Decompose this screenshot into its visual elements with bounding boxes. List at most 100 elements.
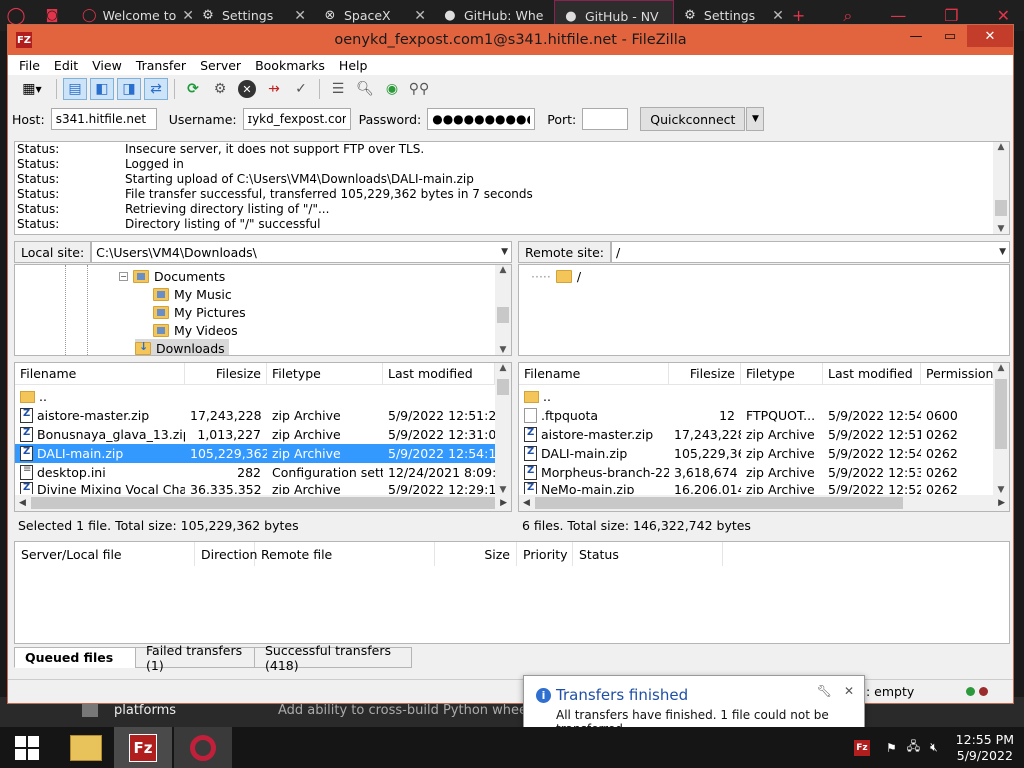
col-filename[interactable]: Filename [519, 363, 669, 384]
taskbar-filezilla[interactable]: Fz [114, 727, 172, 768]
remote-list-scroll-thumb[interactable] [995, 379, 1007, 449]
maximize-button[interactable]: ▭ [933, 25, 967, 47]
password-input[interactable] [427, 108, 536, 130]
menu-file[interactable]: File [12, 58, 47, 73]
close-icon[interactable]: ✕ [772, 8, 784, 24]
taskbar-file-explorer[interactable] [58, 727, 114, 768]
scroll-up-icon[interactable]: ▲ [998, 142, 1005, 152]
local-list-hscroll-thumb[interactable] [31, 497, 495, 509]
col-filetype[interactable]: Filetype [741, 363, 823, 384]
close-icon[interactable]: ✕ [414, 8, 426, 24]
system-clock[interactable]: 12:55 PM 5/9/2022 [956, 732, 1014, 764]
remote-file-list[interactable]: Filename Filesize Filetype Last modified… [518, 362, 1010, 512]
minimize-icon[interactable]: — [890, 6, 906, 26]
search-icon[interactable]: ⌕ [843, 6, 852, 26]
host-input[interactable] [50, 108, 157, 130]
search-remote-icon[interactable]: ⚲⚲ [407, 78, 431, 100]
username-input[interactable] [242, 108, 351, 130]
cancel-operation-icon[interactable]: ✕ [235, 78, 259, 100]
toggle-queue-icon[interactable]: ⇄ [144, 78, 168, 100]
menu-server[interactable]: Server [193, 58, 248, 73]
chevron-down-icon[interactable]: ▼ [501, 247, 511, 257]
scroll-down-icon[interactable]: ▼ [500, 345, 507, 355]
table-row[interactable]: aistore-master.zip17,243,228zip Archive5… [15, 406, 495, 425]
tree-item-downloads[interactable]: Downloads [135, 339, 229, 355]
table-row[interactable]: .ftpquota12FTPQUOT...5/9/2022 12:54:...0… [519, 406, 983, 425]
close-icon[interactable]: ✕ [182, 8, 192, 24]
scroll-down-icon[interactable]: ▼ [998, 485, 1005, 495]
close-button[interactable]: ✕ [967, 25, 1013, 47]
col-status[interactable]: Status [573, 542, 723, 566]
table-row[interactable]: Morpheus-branch-22....3,618,674zip Archi… [519, 463, 983, 482]
scroll-down-icon[interactable]: ▼ [500, 485, 507, 495]
tab-failed-transfers[interactable]: Failed transfers (1) [135, 643, 255, 673]
scroll-right-icon[interactable]: ▶ [998, 498, 1005, 508]
scroll-left-icon[interactable]: ◀ [523, 498, 530, 508]
process-queue-icon[interactable]: ⚙ [208, 78, 232, 100]
site-manager-icon[interactable]: ▦ ▼ [14, 78, 50, 100]
collapse-icon[interactable]: − [119, 271, 128, 281]
tree-item-root[interactable]: ····· / [531, 267, 581, 285]
toggle-filename-filter-icon[interactable]: 🔍︎ [353, 78, 377, 100]
tree-item-my-videos[interactable]: My Videos [153, 321, 238, 339]
table-row[interactable]: .. [519, 387, 669, 406]
col-filesize[interactable]: Filesize [185, 363, 267, 384]
log-scroll-thumb[interactable] [995, 200, 1007, 216]
table-row[interactable]: NeMo-main.zip16,206,014zip Archive5/9/20… [519, 482, 983, 494]
col-permissions[interactable]: Permissions [921, 363, 1000, 384]
disconnect-icon[interactable]: ⇸ [262, 78, 286, 100]
menu-view[interactable]: View [85, 58, 129, 73]
scroll-down-icon[interactable]: ▼ [998, 224, 1005, 234]
tree-item-my-pictures[interactable]: My Pictures [153, 303, 246, 321]
col-priority[interactable]: Priority [517, 542, 573, 566]
start-button[interactable] [0, 727, 54, 768]
close-icon[interactable]: ✕ [844, 684, 854, 698]
transfer-queue[interactable]: Server/Local file Direction Remote file … [14, 541, 1010, 644]
local-list-scroll-thumb[interactable] [497, 379, 509, 395]
volume-muted-icon[interactable]: 🔇︎ [930, 740, 938, 755]
table-row[interactable]: DALI-main.zip105,229,362zip Archive5/9/2… [519, 444, 983, 463]
toggle-local-tree-icon[interactable]: ◧ [90, 78, 114, 100]
directory-filter-icon[interactable]: ☰ [326, 78, 350, 100]
tree-item-documents[interactable]: − Documents [119, 267, 225, 285]
scroll-up-icon[interactable]: ▲ [500, 265, 507, 275]
action-center-flag-icon[interactable]: ⚑ [886, 741, 897, 755]
new-tab-icon[interactable]: + [792, 6, 805, 26]
scroll-right-icon[interactable]: ▶ [500, 498, 507, 508]
transfers-finished-notification[interactable]: i Transfers finished All transfers have … [523, 675, 865, 736]
scroll-up-icon[interactable]: ▲ [500, 363, 507, 373]
local-file-list[interactable]: Filename Filesize Filetype Last modified… [14, 362, 512, 512]
menu-edit[interactable]: Edit [47, 58, 85, 73]
refresh-icon[interactable]: ⟳ [181, 78, 205, 100]
reconnect-icon[interactable]: ✓ [289, 78, 313, 100]
tab-queued-files[interactable]: Queued files [14, 647, 136, 668]
col-filename[interactable]: Filename [15, 363, 185, 384]
table-row[interactable]: .. [15, 387, 185, 406]
col-filetype[interactable]: Filetype [267, 363, 383, 384]
menu-help[interactable]: Help [332, 58, 375, 73]
scroll-up-icon[interactable]: ▲ [998, 363, 1005, 373]
col-filesize[interactable]: Filesize [669, 363, 741, 384]
col-direction[interactable]: Direction [195, 542, 257, 566]
remote-path-combo[interactable]: / ▼ [611, 241, 1010, 263]
table-row-selected[interactable]: DALI-main.zip105,229,362zip Archive5/9/2… [15, 444, 495, 463]
restore-icon[interactable]: ❐ [944, 6, 958, 26]
local-tree-scroll-thumb[interactable] [497, 307, 509, 323]
quickconnect-dropdown[interactable]: ▼ [746, 107, 765, 131]
col-remote-file[interactable]: Remote file [255, 542, 435, 566]
close-icon[interactable]: ✕ [997, 6, 1010, 26]
close-icon[interactable]: ✕ [294, 8, 306, 24]
remote-list-hscroll-thumb[interactable] [535, 497, 903, 509]
local-tree[interactable]: − Documents My Music My Pictures My Video… [14, 264, 512, 356]
scroll-left-icon[interactable]: ◀ [19, 498, 26, 508]
tab-successful-transfers[interactable]: Successful transfers (418) [254, 643, 412, 673]
message-log[interactable]: Status: Insecure server, it does not supp… [14, 141, 1010, 235]
col-size[interactable]: Size [435, 542, 517, 566]
network-icon[interactable]: 🖧︎ [907, 737, 920, 758]
settings-wrench-icon[interactable]: 🔧︎ [817, 684, 832, 698]
toggle-remote-tree-icon[interactable]: ◨ [117, 78, 141, 100]
taskbar-opera[interactable] [174, 727, 232, 768]
sync-browsing-icon[interactable]: ◉ [380, 78, 404, 100]
col-last-modified[interactable]: Last modified [383, 363, 495, 384]
table-row[interactable]: aistore-master.zip17,243,228zip Archive5… [519, 425, 983, 444]
